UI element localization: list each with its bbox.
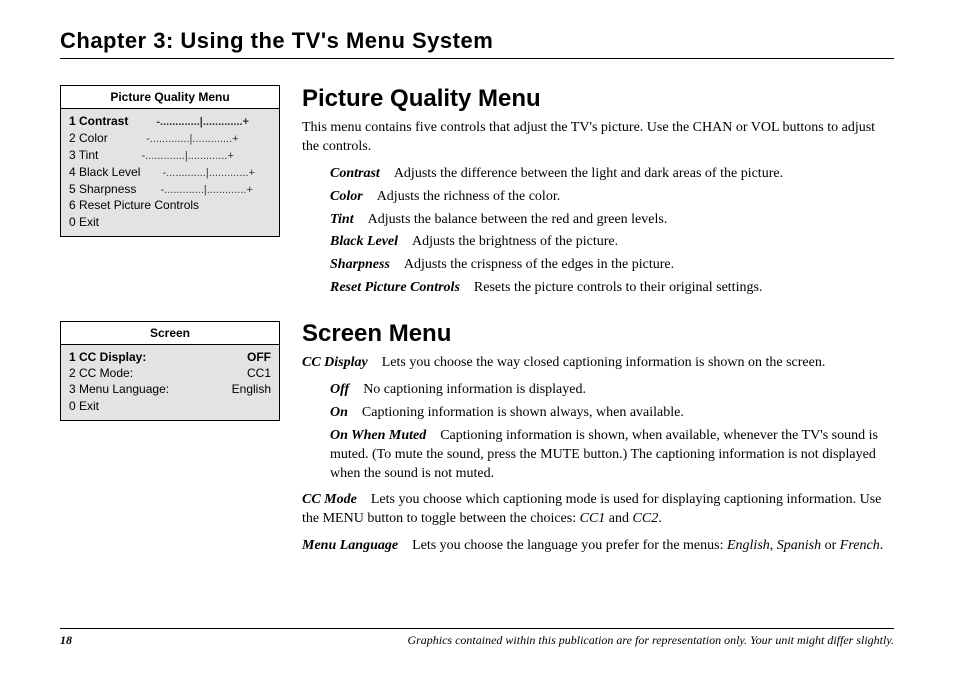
left-column: Picture Quality Menu 1 Contrast 2 Color … (60, 85, 280, 564)
osd-row: 1 Contrast (69, 113, 271, 130)
osd-row: 6 Reset Picture Controls (69, 197, 271, 213)
osd-picture-body: 1 Contrast 2 Color 3 Tint 4 Black Level … (61, 109, 279, 236)
osd-picture-quality: Picture Quality Menu 1 Contrast 2 Color … (60, 85, 280, 237)
definition: Contrast Adjusts the difference between t… (330, 165, 894, 184)
osd-row: 0 Exit (69, 398, 271, 414)
osd-label: 2 Color (69, 130, 108, 146)
definition: Sharpness Adjusts the crispness of the ed… (330, 256, 894, 275)
slider-icon (106, 149, 269, 164)
def-text: and (605, 511, 632, 526)
osd-screen-body: 1 CC Display: OFF 2 CC Mode: CC1 3 Menu … (61, 345, 279, 420)
definition: Reset Picture Controls Resets the picture… (330, 279, 894, 298)
osd-label: 3 Tint (69, 147, 98, 163)
section-heading-picture: Picture Quality Menu (302, 85, 894, 113)
osd-label: 0 Exit (69, 398, 99, 414)
def-text: Captioning information is shown always, … (362, 405, 684, 420)
osd-label: 6 Reset Picture Controls (69, 197, 199, 213)
osd-label: 3 Menu Language: (69, 381, 169, 397)
cc-display-paragraph: CC Display Lets you choose the way closed… (302, 354, 894, 373)
term: Color (330, 189, 363, 204)
page-number: 18 (60, 633, 72, 648)
def-text: Adjusts the balance between the red and … (368, 212, 668, 227)
osd-value: English (228, 381, 271, 397)
osd-row: 2 Color (69, 130, 271, 147)
osd-label: 2 CC Mode: (69, 365, 133, 381)
def-text: No captioning information is displayed. (363, 382, 586, 397)
def-text: or (821, 538, 840, 553)
term: Black Level (330, 234, 398, 249)
osd-row: 2 CC Mode: CC1 (69, 365, 271, 381)
def-text: Adjusts the difference between the light… (394, 166, 783, 181)
menu-language-paragraph: Menu Language Lets you choose the languag… (302, 537, 894, 556)
italic: English (727, 538, 770, 553)
def-text: , (770, 538, 777, 553)
term: Off (330, 382, 349, 397)
def-text: Adjusts the brightness of the picture. (412, 234, 618, 249)
term: On (330, 405, 348, 420)
section-heading-screen: Screen Menu (302, 320, 894, 348)
osd-label: 1 Contrast (69, 113, 128, 129)
term: Tint (330, 212, 354, 227)
slider-icon (136, 115, 269, 130)
osd-label: 5 Sharpness (69, 181, 136, 197)
osd-row: 3 Tint (69, 147, 271, 164)
osd-picture-title: Picture Quality Menu (61, 86, 279, 109)
osd-screen-title: Screen (61, 322, 279, 345)
term: Reset Picture Controls (330, 280, 460, 295)
def-text: . (658, 511, 662, 526)
italic: Spanish (777, 538, 821, 553)
definition: Black Level Adjusts the brightness of the… (330, 233, 894, 252)
content-columns: Picture Quality Menu 1 Contrast 2 Color … (60, 85, 894, 564)
cc-mode-paragraph: CC ModeLets you choose which captioning … (302, 491, 894, 529)
page-footer: 18 Graphics contained within this public… (60, 628, 894, 648)
slider-icon (148, 166, 269, 181)
osd-row: 1 CC Display: OFF (69, 349, 271, 365)
def-text: Lets you choose the language you prefer … (412, 538, 727, 553)
footnote: Graphics contained within this publicati… (407, 633, 894, 648)
definition: Tint Adjusts the balance between the red … (330, 211, 894, 230)
chapter-title: Chapter 3: Using the TV's Menu System (60, 28, 894, 59)
term: Menu Language (302, 538, 398, 553)
term: On When Muted (330, 428, 426, 443)
osd-label: 0 Exit (69, 214, 99, 230)
italic: CC2 (633, 511, 659, 526)
italic: CC1 (580, 511, 606, 526)
def-text: . (880, 538, 884, 553)
def-text: Resets the picture controls to their ori… (474, 280, 763, 295)
osd-label: 1 CC Display: (69, 349, 146, 365)
osd-label: 4 Black Level (69, 164, 140, 180)
osd-row: 4 Black Level (69, 164, 271, 181)
definition: Off No captioning information is displaye… (330, 381, 894, 400)
slider-icon (116, 132, 269, 147)
osd-row: 0 Exit (69, 214, 271, 230)
osd-value: OFF (243, 349, 271, 365)
term: CC Display (302, 355, 368, 370)
intro-paragraph: This menu contains five controls that ad… (302, 119, 894, 157)
definition: Color Adjusts the richness of the color. (330, 188, 894, 207)
osd-row: 3 Menu Language: English (69, 381, 271, 397)
osd-value: CC1 (243, 365, 271, 381)
osd-row: 5 Sharpness (69, 181, 271, 198)
def-text: Adjusts the richness of the color. (377, 189, 561, 204)
osd-screen: Screen 1 CC Display: OFF 2 CC Mode: CC1 … (60, 321, 280, 421)
definition: On Captioning information is shown always… (330, 404, 894, 423)
term: Contrast (330, 166, 380, 181)
definition: On When MutedCaptioning information is s… (330, 427, 894, 484)
slider-icon (144, 183, 269, 198)
def-text: Adjusts the crispness of the edges in th… (404, 257, 674, 272)
right-column: Picture Quality Menu This menu contains … (302, 85, 894, 564)
term: Sharpness (330, 257, 390, 272)
term: CC Mode (302, 492, 357, 507)
def-text: Lets you choose the way closed captionin… (382, 355, 826, 370)
italic: French (840, 538, 880, 553)
